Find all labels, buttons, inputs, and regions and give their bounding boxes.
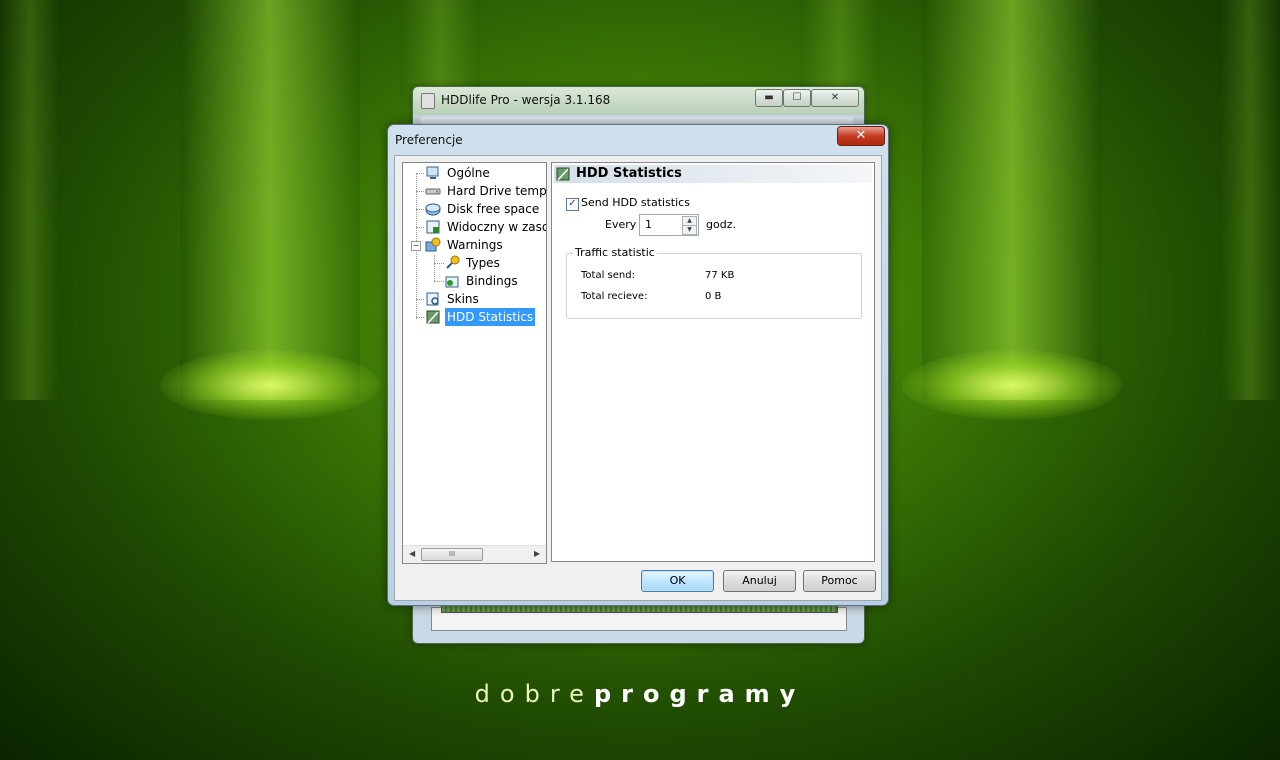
traffic-statistic-title: Traffic statistic — [573, 246, 657, 259]
tree-connector — [434, 255, 435, 281]
tree-connector — [434, 263, 444, 264]
total-send-value: 77 KB — [705, 270, 735, 281]
tree-connector — [416, 299, 424, 300]
total-send-label: Total send: — [581, 270, 635, 281]
monitor-icon — [425, 165, 441, 181]
main-window-title: HDDlife Pro - wersja 3.1.168 — [441, 93, 611, 107]
panel-title: HDD Statistics — [576, 166, 682, 181]
spinner-down-icon[interactable]: ▼ — [682, 225, 697, 235]
collapse-warnings-toggle[interactable]: − — [411, 241, 421, 251]
minimize-button[interactable]: ▬ — [755, 89, 783, 107]
statistics-icon — [425, 309, 441, 325]
dialog-close-button[interactable]: ✕ — [837, 126, 885, 146]
preferences-tree[interactable]: − Ogólne Hard Drive temper Disk free spa… — [402, 162, 547, 564]
hard-drive-icon — [425, 183, 441, 199]
scroll-thumb[interactable]: III — [421, 548, 483, 561]
help-button[interactable]: Pomoc — [803, 570, 876, 592]
ok-button[interactable]: OK — [641, 570, 714, 592]
scroll-right-icon[interactable]: ▶ — [534, 549, 540, 558]
warnings-icon — [425, 237, 441, 253]
maximize-button[interactable]: ☐ — [783, 89, 811, 107]
tree-connector — [416, 227, 424, 228]
wallpaper-pillar-left — [160, 0, 380, 420]
interval-spinner[interactable]: 1 ▲ ▼ — [639, 214, 699, 236]
dialog-client-area: − Ogólne Hard Drive temper Disk free spa… — [394, 155, 882, 601]
tree-connector — [416, 191, 424, 192]
skins-icon — [425, 291, 441, 307]
send-statistics-checkbox[interactable]: ✓ — [566, 198, 579, 211]
hdd-statistics-panel: HDD Statistics ✓ Send HDD statistics Eve… — [551, 162, 875, 562]
tree-horizontal-scrollbar[interactable]: ◀ III ▶ — [403, 545, 546, 563]
disk-space-icon — [425, 201, 441, 217]
wallpaper-light-beam — [0, 0, 60, 400]
send-statistics-label[interactable]: Send HDD statistics — [581, 196, 690, 209]
preferences-dialog: Preferencje ✕ − Ogólne Hard Drive temper — [387, 124, 889, 606]
wallpaper-light-beam — [1220, 0, 1280, 400]
interval-value[interactable]: 1 — [645, 218, 652, 231]
wallpaper-logo: dobreprogramy — [474, 680, 806, 708]
main-close-button[interactable]: ✕ — [811, 89, 859, 107]
types-icon — [444, 255, 460, 271]
total-recieve-label: Total recieve: — [581, 291, 648, 302]
tree-connector — [434, 281, 444, 282]
bindings-icon — [444, 273, 460, 289]
tree-connector — [416, 209, 424, 210]
scroll-left-icon[interactable]: ◀ — [409, 549, 415, 558]
tree-connector — [416, 173, 424, 174]
panel-header: HDD Statistics — [554, 165, 872, 183]
interval-unit-label: godz. — [706, 218, 736, 231]
traffic-statistic-group: Traffic statistic Total send: 77 KB Tota… — [566, 246, 862, 319]
hddlife-app-icon — [421, 93, 435, 109]
wallpaper-pillar-right — [902, 0, 1122, 420]
dialog-title: Preferencje — [395, 133, 463, 147]
statistics-icon — [556, 166, 570, 181]
tree-connector — [416, 317, 424, 318]
main-window-titlebar[interactable]: HDDlife Pro - wersja 3.1.168 ▬ ☐ ✕ — [413, 87, 864, 115]
total-recieve-value: 0 B — [705, 291, 722, 302]
cancel-button[interactable]: Anuluj — [723, 570, 796, 592]
system-tray-icon — [425, 219, 441, 235]
every-label: Every — [605, 218, 637, 231]
